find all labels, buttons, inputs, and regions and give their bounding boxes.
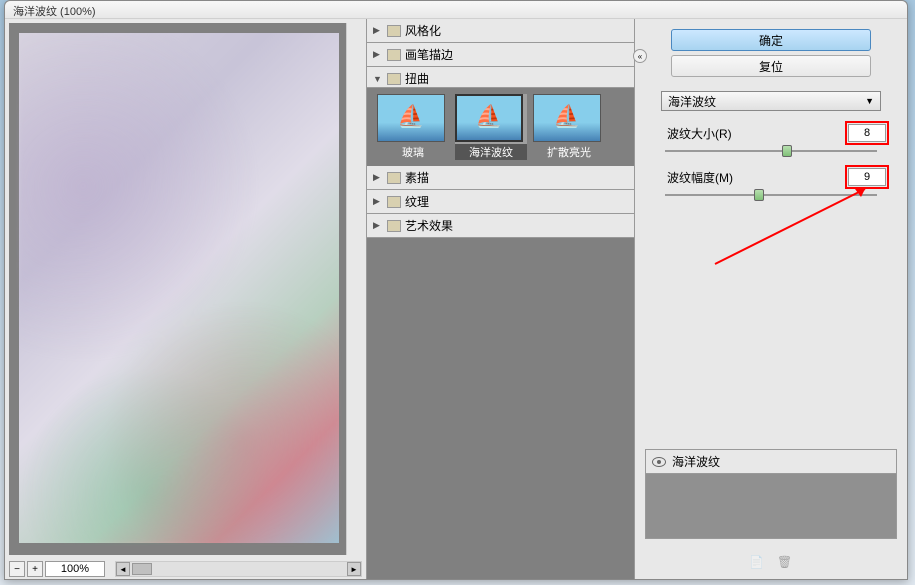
zoom-in-button[interactable]: +	[27, 561, 43, 577]
folder-icon	[387, 73, 401, 85]
category-label: 扭曲	[405, 70, 429, 87]
chevron-down-icon: ▼	[865, 96, 874, 106]
window-title: 海洋波纹 (100%)	[13, 6, 96, 18]
ok-button[interactable]: 确定	[671, 29, 871, 51]
delete-effect-icon[interactable]: 🗑	[777, 555, 793, 571]
folder-icon	[387, 25, 401, 37]
expand-arrow-icon: ▶	[373, 49, 383, 60]
category-stylize[interactable]: ▶ 风格化	[367, 19, 634, 43]
category-brush-strokes[interactable]: ▶ 画笔描边	[367, 43, 634, 67]
visibility-eye-icon[interactable]	[652, 457, 666, 467]
horizontal-scrollbar[interactable]: ◄ ►	[115, 561, 362, 577]
category-label: 素描	[405, 169, 429, 186]
collapse-panel-button[interactable]: «	[633, 49, 647, 63]
filter-thumb-glass[interactable]: 玻璃	[377, 94, 449, 160]
category-label: 风格化	[405, 22, 441, 39]
filter-thumb-ocean-ripple[interactable]: 海洋波纹	[455, 94, 527, 160]
vertical-scrollbar[interactable]	[346, 23, 362, 555]
highlight-annotation	[845, 165, 889, 189]
filter-dropdown[interactable]: 海洋波纹 ▼	[661, 91, 881, 111]
filter-thumb-diffuse-glow[interactable]: 扩散亮光	[533, 94, 605, 160]
filter-list-panel: ▶ 风格化 ▶ 画笔描边 ▼ 扭曲 玻璃	[367, 19, 635, 579]
zoom-input[interactable]	[45, 561, 105, 577]
expand-arrow-icon: ▶	[373, 25, 383, 36]
slider-thumb[interactable]	[754, 189, 764, 201]
folder-icon	[387, 172, 401, 184]
effect-layer[interactable]: 海洋波纹	[646, 450, 896, 474]
folder-icon	[387, 220, 401, 232]
preview-image	[19, 33, 339, 543]
thumb-label: 玻璃	[377, 144, 449, 160]
effects-stack-panel: 海洋波纹	[645, 449, 897, 539]
preview-viewport[interactable]	[9, 23, 362, 555]
thumb-label: 海洋波纹	[455, 144, 527, 160]
folder-icon	[387, 49, 401, 61]
ripple-size-slider[interactable]	[665, 147, 877, 155]
thumb-preview	[377, 94, 445, 142]
scroll-thumb[interactable]	[132, 563, 152, 575]
ripple-magnitude-slider[interactable]	[665, 191, 877, 199]
filter-tree: ▶ 风格化 ▶ 画笔描边 ▼ 扭曲 玻璃	[367, 19, 634, 579]
content-area: − + ◄ ► ▶ 风格化 ▶	[5, 19, 907, 579]
collapse-arrow-icon: ▼	[373, 74, 383, 84]
titlebar: 海洋波纹 (100%)	[5, 1, 907, 19]
folder-icon	[387, 196, 401, 208]
effect-controls: 📄 🗑	[749, 555, 793, 571]
dropdown-value: 海洋波纹	[668, 93, 716, 110]
category-label: 艺术效果	[405, 217, 453, 234]
scroll-right-arrow[interactable]: ►	[347, 562, 361, 576]
highlight-annotation	[845, 121, 889, 145]
new-effect-icon[interactable]: 📄	[749, 555, 765, 571]
zoom-out-button[interactable]: −	[9, 561, 25, 577]
reset-button[interactable]: 复位	[671, 55, 871, 77]
thumb-preview	[455, 94, 523, 142]
category-label: 画笔描边	[405, 46, 453, 63]
preview-panel: − + ◄ ►	[5, 19, 367, 579]
category-artistic[interactable]: ▶ 艺术效果	[367, 214, 634, 238]
thumb-preview	[533, 94, 601, 142]
slider-track	[665, 150, 877, 152]
filter-thumbnails: 玻璃 海洋波纹 扩散亮光	[367, 88, 634, 166]
preview-controls: − + ◄ ►	[5, 559, 366, 579]
effect-name: 海洋波纹	[672, 453, 720, 470]
expand-arrow-icon: ▶	[373, 220, 383, 231]
category-sketch[interactable]: ▶ 素描	[367, 166, 634, 190]
param-ripple-size-row: 波纹大小(R)	[655, 123, 887, 143]
ripple-magnitude-input[interactable]	[848, 168, 886, 186]
category-texture[interactable]: ▶ 纹理	[367, 190, 634, 214]
param-label: 波纹幅度(M)	[655, 169, 847, 186]
ripple-size-input[interactable]	[848, 124, 886, 142]
slider-track	[665, 194, 877, 196]
thumb-label: 扩散亮光	[533, 144, 605, 160]
controls-panel: « 确定 复位 海洋波纹 ▼ 波纹大小(R) 波纹幅度(M)	[635, 19, 907, 579]
filter-gallery-window: 海洋波纹 (100%) − + ◄ ► ▶	[4, 0, 908, 580]
category-distort[interactable]: ▼ 扭曲	[367, 67, 634, 88]
slider-thumb[interactable]	[782, 145, 792, 157]
scroll-left-arrow[interactable]: ◄	[116, 562, 130, 576]
expand-arrow-icon: ▶	[373, 172, 383, 183]
expand-arrow-icon: ▶	[373, 196, 383, 207]
param-ripple-magnitude-row: 波纹幅度(M)	[655, 167, 887, 187]
param-label: 波纹大小(R)	[655, 125, 847, 142]
category-label: 纹理	[405, 193, 429, 210]
